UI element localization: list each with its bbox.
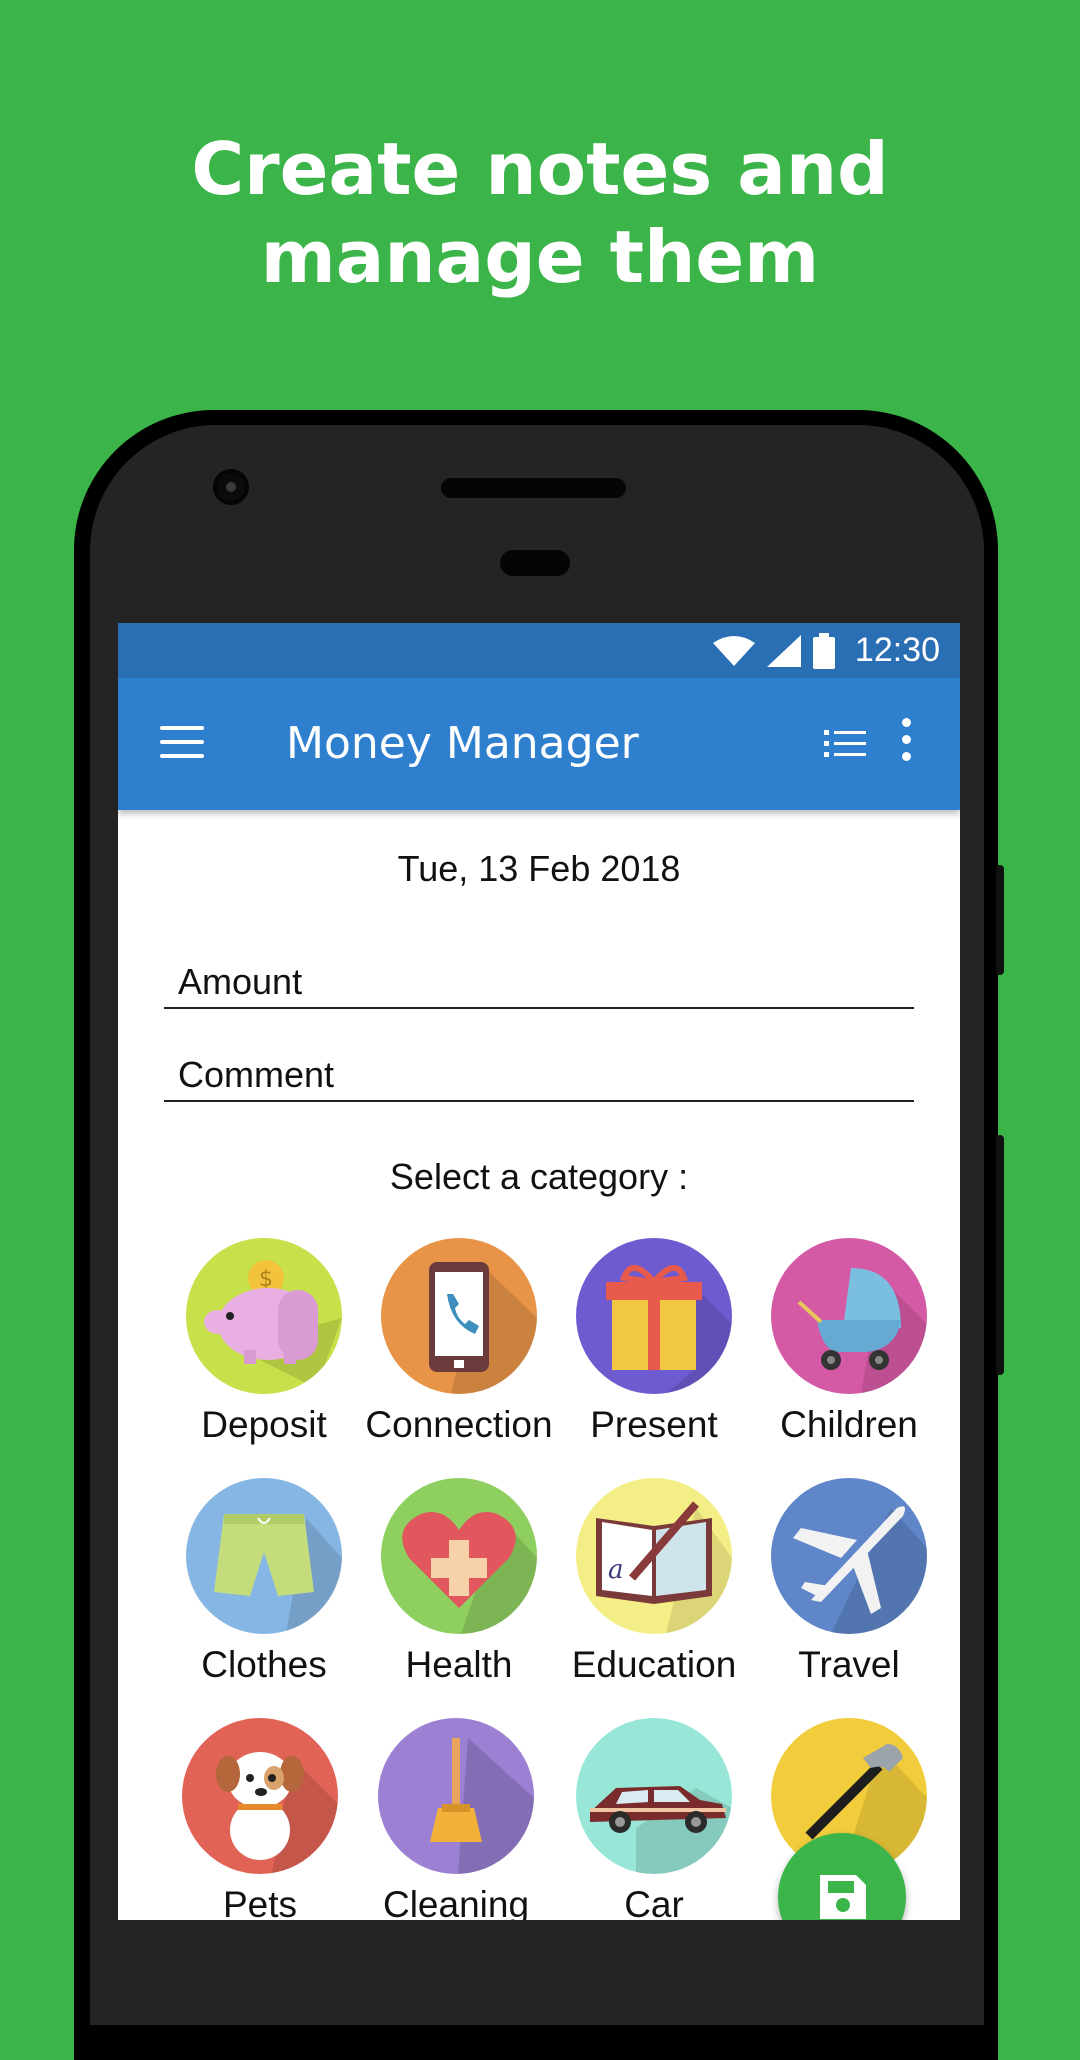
category-label: Health: [405, 1644, 513, 1685]
headline-line-2: manage them: [260, 215, 820, 299]
promo-headline: Create notes and manage them: [0, 125, 1080, 301]
wifi-icon: [712, 635, 755, 666]
category-label: Clothes: [201, 1644, 327, 1685]
category-label: Connection: [365, 1404, 553, 1445]
proximity-sensor: [500, 550, 570, 576]
heart-cross-icon: [381, 1478, 537, 1634]
app-bar: Money Manager: [118, 678, 960, 810]
save-button[interactable]: [778, 1833, 906, 1920]
signal-icon: [766, 634, 801, 667]
dog-icon: [182, 1718, 338, 1874]
category-education[interactable]: a Education: [556, 1478, 752, 1686]
stroller-icon: [771, 1238, 927, 1394]
status-bar: 12:30: [118, 623, 960, 678]
category-cleaning[interactable]: Cleaning: [358, 1718, 554, 1920]
category-label: Cleaning: [382, 1884, 530, 1920]
select-category-label: Select a category :: [389, 1156, 689, 1197]
car-icon: [576, 1718, 732, 1874]
airplane-icon: [771, 1478, 927, 1634]
status-time: 12:30: [854, 631, 940, 669]
more-vert-icon[interactable]: [896, 718, 916, 764]
menu-icon[interactable]: [160, 726, 204, 760]
headline-line-1: Create notes and: [191, 127, 889, 211]
save-icon: [820, 1875, 866, 1919]
earpiece-speaker: [441, 478, 626, 498]
category-label: Deposit: [201, 1404, 327, 1445]
amount-placeholder: Amount: [178, 961, 303, 1002]
category-label: Children: [780, 1404, 918, 1445]
category-clothes[interactable]: Clothes: [166, 1478, 362, 1686]
phone-icon: [381, 1238, 537, 1394]
shorts-icon: [186, 1478, 342, 1634]
battery-icon: [812, 632, 835, 669]
comment-field[interactable]: Comment: [164, 1046, 914, 1102]
category-pets[interactable]: Pets: [162, 1718, 358, 1920]
book-pen-icon: a: [576, 1478, 732, 1634]
piggy-bank-icon: $: [186, 1238, 342, 1394]
category-label: Present: [590, 1404, 718, 1445]
category-label: Car: [624, 1884, 684, 1920]
category-car[interactable]: Car: [556, 1718, 752, 1920]
phone-side-button: [996, 865, 1004, 975]
app-title: Money Manager: [286, 718, 639, 769]
front-camera: [213, 469, 249, 505]
category-label: Travel: [798, 1644, 900, 1685]
comment-placeholder: Comment: [178, 1054, 335, 1095]
category-connection[interactable]: Connection: [361, 1238, 557, 1446]
category-deposit[interactable]: $ Deposit: [166, 1238, 362, 1446]
category-travel[interactable]: Travel: [751, 1478, 947, 1686]
category-present[interactable]: Present: [556, 1238, 752, 1446]
gift-icon: [576, 1238, 732, 1394]
amount-field[interactable]: Amount: [164, 953, 914, 1009]
date-picker[interactable]: Tue, 13 Feb 2018: [118, 848, 960, 890]
phone-volume-button: [996, 1135, 1004, 1375]
app-screen: 12:30 Money Manager Tue, 13 Feb 2018 Amo…: [118, 623, 960, 1920]
category-health[interactable]: Health: [361, 1478, 557, 1686]
category-children[interactable]: Children: [751, 1238, 947, 1446]
list-icon[interactable]: [824, 722, 868, 766]
category-label: Pets: [222, 1884, 298, 1920]
broom-icon: [378, 1718, 534, 1874]
svg-text:a: a: [608, 1555, 624, 1585]
category-label: Education: [571, 1644, 737, 1685]
